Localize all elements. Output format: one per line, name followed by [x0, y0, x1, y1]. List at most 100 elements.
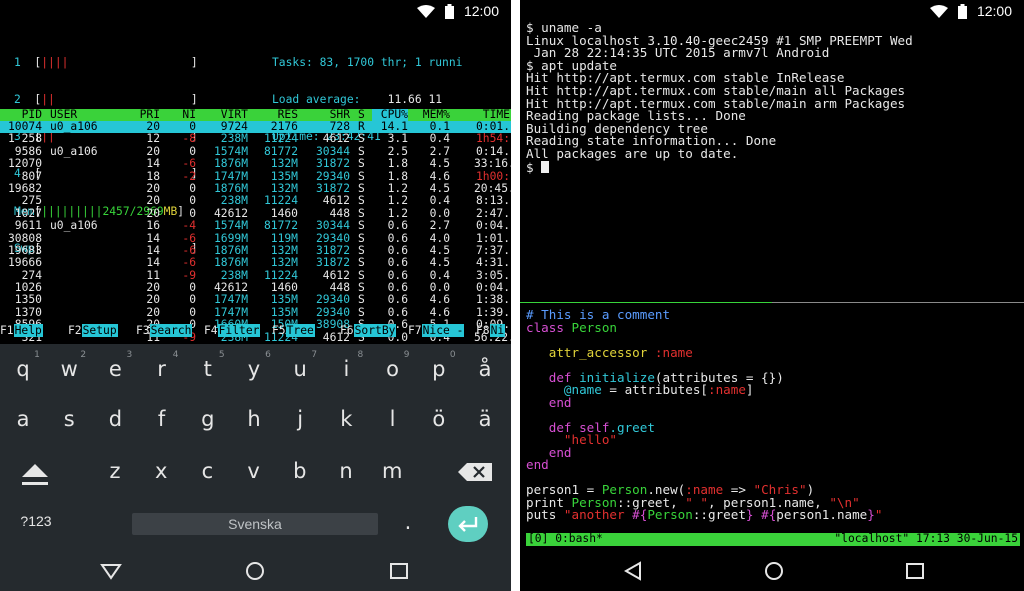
key-a[interactable]: a [1, 407, 45, 431]
key-ä[interactable]: ä [463, 407, 507, 431]
key-hint: 3 [126, 350, 133, 360]
key-q[interactable]: q [1, 357, 45, 381]
key-å[interactable]: å [463, 357, 507, 381]
code-interp: #{ [761, 507, 777, 522]
terminal-line: All packages are up to date. [526, 145, 739, 161]
cell-shr: 30344 [315, 219, 350, 233]
cell-state: S [358, 219, 365, 233]
space-bar[interactable]: Svenska [132, 513, 378, 535]
fkey-5[interactable]: F5Tree [272, 324, 315, 337]
status-bar: 12:00 [0, 0, 511, 22]
cell-time: 1h54: [475, 132, 510, 146]
key-f[interactable]: f [140, 407, 184, 431]
cell-time: 4:31. [475, 256, 510, 270]
fkey-4[interactable]: F4Filter [204, 324, 261, 337]
fkey-8[interactable]: F8Ni [476, 324, 506, 337]
key-t[interactable]: t [186, 357, 230, 381]
cell-virt: 1876M [213, 157, 248, 171]
key-l[interactable]: l [371, 407, 415, 431]
key-m[interactable]: m [370, 459, 414, 483]
home-icon[interactable] [244, 561, 266, 581]
key-u[interactable]: u [278, 357, 322, 381]
fkey-label: Search [149, 324, 193, 337]
shift-icon[interactable] [20, 461, 50, 487]
key-w[interactable]: w [47, 357, 91, 381]
cell-ni: -8 [182, 132, 196, 146]
tmux-window-list[interactable]: [0] 0:bash* [528, 532, 603, 545]
key-r[interactable]: r [140, 357, 184, 381]
key-h[interactable]: h [232, 407, 276, 431]
left-phone-screen: 12:00 1 [|||| ] 2 [|| ] 3 [|| ] 4 [ ] Me… [0, 0, 511, 591]
fkey-7[interactable]: F7Nice - [408, 324, 465, 337]
cell-res: 132M [270, 256, 298, 270]
enter-key[interactable] [448, 506, 488, 542]
fkey-2[interactable]: F2Setup [68, 324, 118, 337]
process-row[interactable]: 1 258 12 -8 238M 11224 4612 S 3.1 0.4 1h54: [0, 132, 511, 146]
recents-icon[interactable] [388, 561, 410, 581]
cell-state: S [358, 157, 365, 171]
key-y[interactable]: y [232, 357, 276, 381]
cell-ni: 0 [189, 293, 196, 307]
ruby-code-pane[interactable]: # This is a comment class Person attr_ac… [526, 308, 1024, 522]
text-cursor [541, 160, 550, 173]
key-c[interactable]: c [185, 459, 229, 483]
key-i[interactable]: i [324, 357, 368, 381]
cell-shr: 4612 [322, 194, 350, 208]
process-row[interactable]: 12070 14 -6 1876M 132M 31872 S 1.8 4.5 33:16. [0, 157, 511, 171]
fkey-6[interactable]: F6SortBy [340, 324, 397, 337]
key-d[interactable]: d [93, 407, 137, 431]
cell-time: 8:13. [475, 194, 510, 208]
key-hint: 2 [80, 350, 87, 360]
fkey-3[interactable]: F3Search [136, 324, 193, 337]
key-k[interactable]: k [324, 407, 368, 431]
fkey-label: Filter [217, 324, 261, 337]
cell-cpu: 0.6 [387, 219, 408, 233]
key-z[interactable]: z [93, 459, 137, 483]
htop-function-bar: F1Help F2Setup F3Search F4Filter F5Tree F6Sor… [0, 324, 511, 337]
key-p[interactable]: p [417, 357, 461, 381]
back-icon[interactable] [100, 561, 122, 581]
navigation-bar [0, 551, 511, 591]
process-row[interactable]: 1350 20 0 1747M 135M 29340 S 0.6 4.6 1:38. [0, 293, 511, 307]
backspace-icon[interactable] [458, 463, 492, 481]
cpu-label: 1 [14, 55, 21, 69]
key-o[interactable]: o [371, 357, 415, 381]
code-symbol: :name [647, 344, 693, 360]
cpu-bar: |||| [41, 55, 69, 69]
key-s[interactable]: s [47, 407, 91, 431]
key-g[interactable]: g [186, 407, 230, 431]
back-icon[interactable] [622, 561, 644, 581]
terminal-output[interactable]: $ uname -a Linux localhost 3.10.40-geec24… [526, 21, 1024, 174]
cell-time: 33:16. [474, 157, 511, 171]
key-e[interactable]: e [93, 357, 137, 381]
load-label: Load average: [272, 93, 361, 107]
code-method: attr_accessor [548, 344, 648, 360]
process-row[interactable]: 275 20 0 238M 11224 4612 S 1.2 0.4 8:13. [0, 194, 511, 208]
process-row[interactable]: 19666 14 -6 1876M 132M 31872 S 0.6 4.5 4:31. [0, 256, 511, 270]
key-j[interactable]: j [278, 407, 322, 431]
pane-divider[interactable] [520, 302, 1024, 303]
recents-icon[interactable] [904, 561, 926, 581]
tmux-status-right: "localhost" 17:13 30-Jun-15 [834, 532, 1018, 545]
key-n[interactable]: n [324, 459, 368, 483]
key-ö[interactable]: ö [417, 407, 461, 431]
key-x[interactable]: x [139, 459, 183, 483]
key-hint: 4 [172, 350, 179, 360]
cell-shr: 29340 [315, 293, 350, 307]
cell-virt: 1747M [213, 293, 248, 307]
fkey-1[interactable]: F1Help [0, 324, 43, 337]
key-b[interactable]: b [278, 459, 322, 483]
code-keyword: end [548, 444, 572, 460]
home-icon[interactable] [763, 561, 785, 581]
navigation-bar [520, 551, 1024, 591]
cell-pid: 19666 [7, 256, 42, 270]
symbols-key[interactable]: ?123 [14, 513, 58, 529]
key-v[interactable]: v [232, 459, 276, 483]
cell-res: 11224 [263, 194, 298, 208]
cell-cpu: 1.2 [387, 194, 408, 208]
period-key[interactable]: . [386, 510, 430, 534]
cell-mem: 0.4 [429, 132, 450, 146]
process-row[interactable]: 9611 u0_a106 16 -4 1574M 81772 30344 S 0.6 2.7 0:0… [0, 219, 511, 233]
code-interp: } [867, 507, 875, 522]
cell-ni: -4 [182, 219, 196, 233]
